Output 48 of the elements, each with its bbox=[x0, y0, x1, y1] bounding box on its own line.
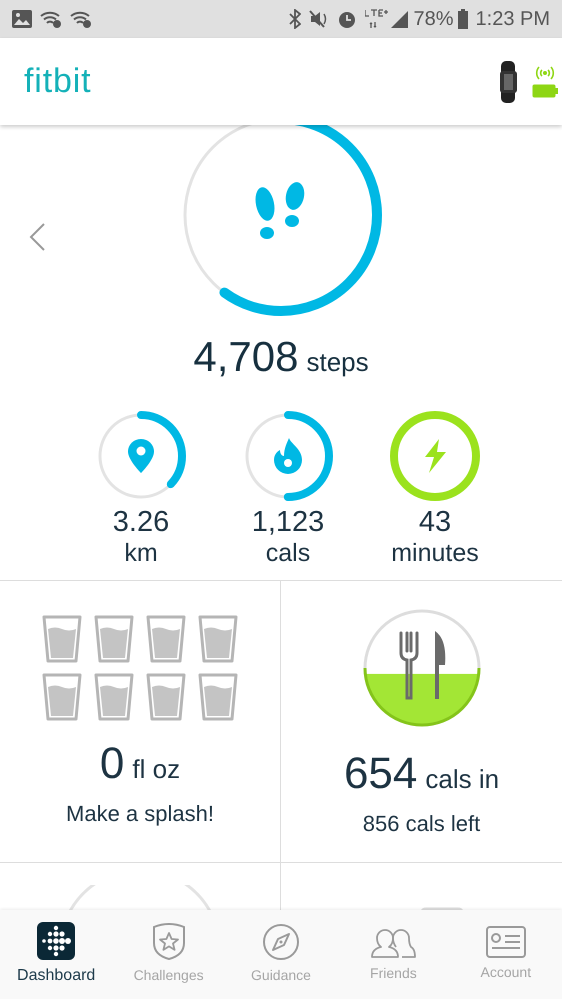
water-caption: Make a splash! bbox=[66, 800, 214, 828]
nav-tab[interactable]: Challenges bbox=[112, 910, 225, 999]
stat-value: 43 bbox=[418, 506, 452, 538]
water-amount: 0 bbox=[100, 739, 124, 789]
stat-unit: cals bbox=[266, 538, 310, 568]
food-unit: cals in bbox=[425, 763, 500, 796]
water-tile[interactable]: 0 fl oz Make a splash! bbox=[0, 581, 281, 862]
battery-icon bbox=[458, 9, 468, 29]
water-glass-icon bbox=[146, 615, 186, 663]
water-glass-icon bbox=[198, 673, 238, 721]
compass-icon bbox=[262, 923, 300, 961]
food-caption: 856 cals left bbox=[362, 810, 480, 838]
alarm-icon bbox=[337, 9, 358, 29]
location-pin-icon bbox=[128, 439, 154, 473]
stat-value: 3.26 bbox=[112, 506, 170, 538]
nav-tab[interactable]: Dashboard bbox=[0, 910, 112, 999]
steps-label: steps bbox=[306, 346, 369, 379]
water-glass-icon bbox=[146, 673, 186, 721]
id-card-icon bbox=[486, 926, 526, 958]
water-glass-icon bbox=[42, 673, 82, 721]
battery-icon bbox=[532, 84, 558, 98]
stat-unit: km bbox=[124, 538, 158, 568]
lightning-bolt-icon bbox=[423, 439, 447, 473]
bluetooth-icon bbox=[289, 9, 302, 29]
nav-tab[interactable]: Friends bbox=[337, 910, 450, 999]
steps-count: 4,708 bbox=[193, 332, 298, 382]
fitbit-logo: fitbit bbox=[24, 61, 92, 102]
water-unit: fl oz bbox=[132, 753, 180, 786]
stat-unit: minutes bbox=[391, 538, 479, 568]
fitness-tracker-icon[interactable] bbox=[498, 60, 520, 102]
wifi-icon bbox=[40, 10, 62, 28]
dots-logo-icon bbox=[37, 922, 76, 960]
water-glass-icon bbox=[42, 615, 82, 663]
nav-tab[interactable]: Guidance bbox=[224, 910, 338, 999]
food-tile[interactable]: 654 cals in 856 cals left bbox=[281, 581, 562, 862]
food-calories: 654 bbox=[344, 749, 418, 799]
nav-tab[interactable]: Account bbox=[450, 910, 562, 999]
image-icon bbox=[12, 10, 32, 28]
battery-percent: 78% bbox=[413, 7, 454, 32]
sync-signal-icon bbox=[534, 66, 556, 80]
wifi-icon bbox=[70, 10, 92, 28]
lte-signal-icon bbox=[365, 8, 410, 30]
water-glass-icon bbox=[198, 615, 238, 663]
clock-time: 1:23 PM bbox=[476, 7, 550, 32]
flame-icon bbox=[274, 438, 302, 474]
water-glass-icon bbox=[94, 615, 134, 663]
water-glass-icon bbox=[94, 673, 134, 721]
stat-value: 1,123 bbox=[252, 506, 324, 538]
